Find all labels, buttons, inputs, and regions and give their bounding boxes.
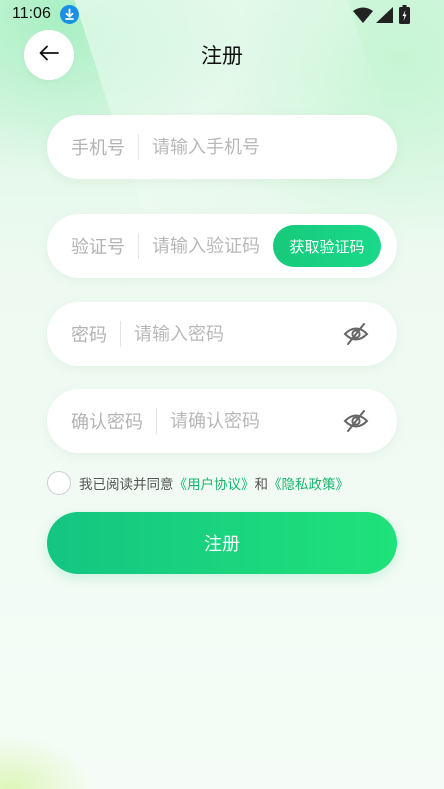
eye-off-icon[interactable] <box>343 408 369 434</box>
field-divider <box>120 321 121 347</box>
confirm-password-field: 确认密码 <box>47 389 397 453</box>
agreement-conjunction: 和 <box>254 477 269 493</box>
get-code-button[interactable]: 获取验证码 <box>273 225 381 267</box>
password-label: 密码 <box>71 325 107 346</box>
status-bar: 11:06 <box>0 0 444 30</box>
field-divider <box>156 408 157 434</box>
eye-off-icon[interactable] <box>343 321 369 347</box>
phone-input[interactable] <box>152 136 397 158</box>
signal-icon <box>376 7 393 27</box>
field-divider <box>138 134 139 160</box>
user-agreement-link[interactable]: 《用户协议》 <box>174 477 255 493</box>
verification-code-field: 验证号 获取验证码 <box>47 214 397 278</box>
privacy-policy-link[interactable]: 《隐私政策》 <box>268 477 349 493</box>
code-input[interactable] <box>152 235 264 257</box>
status-time: 11:06 <box>12 5 51 22</box>
agreement-checkbox[interactable] <box>47 471 71 495</box>
phone-label: 手机号 <box>71 138 125 159</box>
field-divider <box>138 233 139 259</box>
register-button[interactable]: 注册 <box>47 512 397 574</box>
phone-field: 手机号 <box>47 115 397 179</box>
download-icon <box>60 5 79 24</box>
wifi-icon <box>353 7 373 27</box>
confirm-password-label: 确认密码 <box>71 412 143 433</box>
page-title: 注册 <box>201 44 243 68</box>
code-label: 验证号 <box>71 237 125 258</box>
password-field: 密码 <box>47 302 397 366</box>
agreement-row: 我已阅读并同意《用户协议》和《隐私政策》 <box>47 470 349 496</box>
agreement-text: 我已阅读并同意《用户协议》和《隐私政策》 <box>79 473 349 493</box>
battery-icon <box>399 5 410 28</box>
agreement-prefix: 我已阅读并同意 <box>79 477 174 493</box>
